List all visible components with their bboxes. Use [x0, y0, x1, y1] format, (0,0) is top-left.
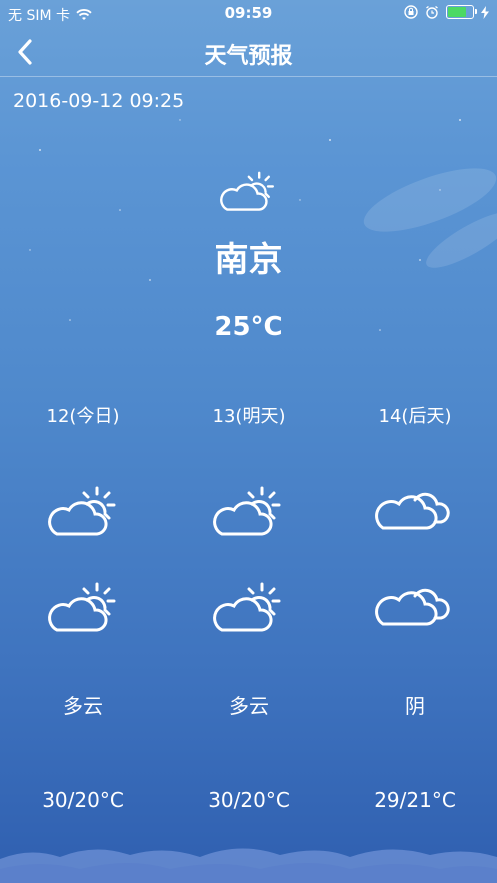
current-weather-partly-cloudy-icon: [216, 168, 280, 216]
page-title: 天气预报: [204, 44, 293, 69]
forecast-day-label: 14(后天): [378, 406, 452, 427]
forecast-temperature-range: 30/20°C: [208, 788, 290, 812]
forecast-day-label: 13(明天): [212, 406, 286, 427]
partly-cloudy-icon: [43, 482, 123, 542]
battery-icon: [446, 5, 477, 19]
current-temperature: 25°C: [214, 312, 283, 342]
partly-cloudy-icon: [208, 482, 288, 542]
orientation-lock-icon: [404, 5, 418, 19]
forecast-condition: 阴: [405, 694, 425, 718]
partly-cloudy-icon: [208, 578, 288, 638]
overcast-icon: [375, 578, 455, 638]
forecast-condition: 多云: [63, 694, 103, 718]
status-bar: 无 SIM 卡 09:59: [0, 0, 497, 28]
city-name: 南京: [214, 240, 283, 280]
bottom-clouds-decoration: [0, 848, 497, 883]
alarm-icon: [426, 5, 438, 19]
forecast-day-label: 12(今日): [46, 406, 120, 427]
charging-icon: [481, 5, 489, 19]
partly-cloudy-icon: [43, 578, 123, 638]
forecast-temperature-range: 30/20°C: [42, 788, 124, 812]
forecast-condition: 多云: [229, 694, 269, 718]
navigation-bar: 天气预报: [0, 28, 497, 77]
forecast-temperature-range: 29/21°C: [374, 788, 456, 812]
overcast-icon: [375, 482, 455, 542]
update-time: 2016-09-12 09:25: [13, 90, 185, 112]
starfield-background: [29, 119, 497, 331]
